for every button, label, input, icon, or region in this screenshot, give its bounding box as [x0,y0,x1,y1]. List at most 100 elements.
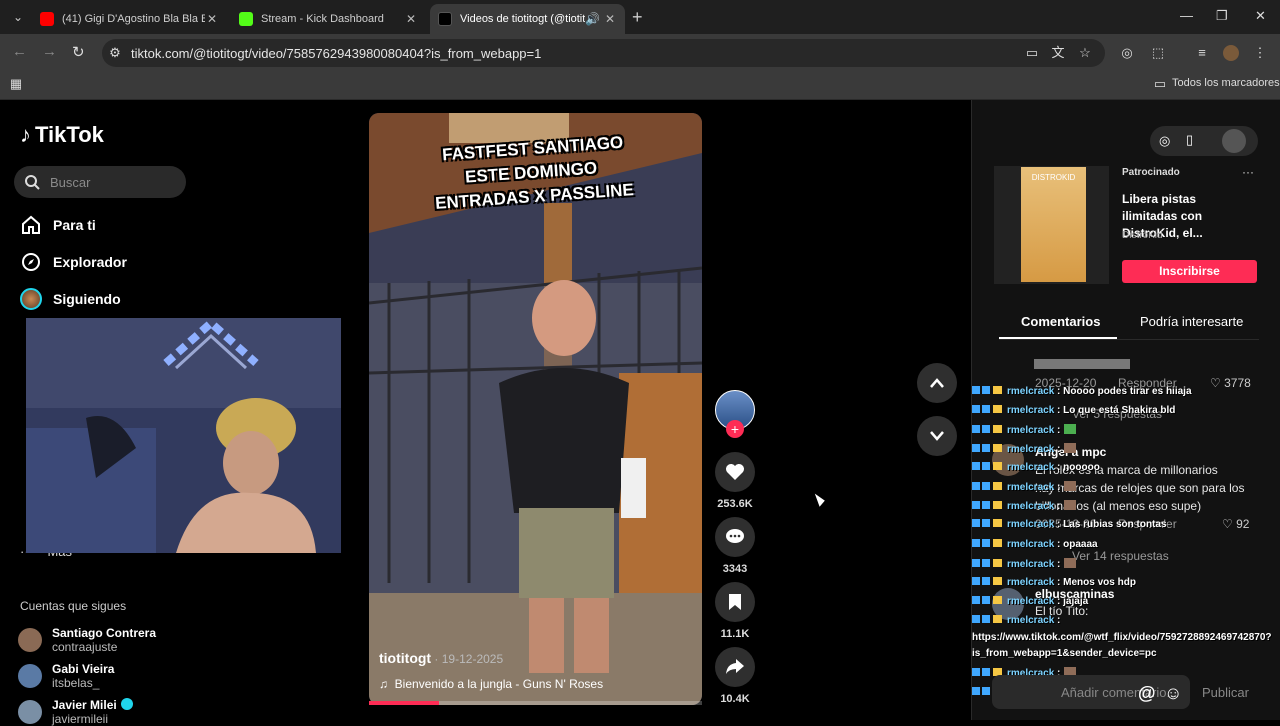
tab-comments[interactable]: Comentarios [1021,314,1100,329]
music-note-icon: ♫ [379,677,388,691]
share-arrow-icon [726,659,744,674]
tab-may-interest[interactable]: Podría interesarte [1140,314,1243,329]
close-icon[interactable]: ✕ [404,12,418,26]
video-progress-bar[interactable] [369,701,702,705]
chat-emote-icon [1064,500,1077,510]
post-button[interactable]: Publicar [1202,685,1249,700]
device-icon[interactable]: ▯ [1186,132,1193,148]
avatar [18,664,42,688]
tab-title: Stream - Kick Dashboard [261,13,384,25]
chat-text: : opaaaa [1057,539,1098,550]
chat-badges-icon [972,519,1002,527]
nav-following[interactable]: Siguiendo [20,288,121,310]
like-button[interactable] [715,452,755,492]
chat-user: rmelcrack [1007,482,1055,493]
close-icon[interactable]: ✕ [205,12,219,26]
chat-badges-icon [972,539,1002,547]
followed-account[interactable]: Santiago Contrera contraajuste [18,626,156,654]
close-icon[interactable]: ✕ [603,12,617,26]
tab-search-icon[interactable]: ⌄ [8,8,28,26]
signup-button[interactable]: Inscribirse [1122,260,1257,283]
forward-icon[interactable]: → [42,43,57,60]
profile-avatar[interactable] [1223,45,1239,61]
chat-message: rmelcrack : Las rubias son tontas [972,519,1167,530]
translate-icon[interactable]: 文 [1050,45,1066,61]
followed-account[interactable]: Javier Milei javiermileii [18,698,133,726]
minimize-icon[interactable]: — [1180,8,1193,23]
video-music[interactable]: ♫ Bienvenido a la jungla - Guns N' Roses [379,677,603,691]
account-name: Javier Milei [52,698,117,712]
chat-user: rmelcrack [1007,425,1055,436]
nav-label: Siguiendo [53,291,121,307]
view-replies[interactable]: Ver 14 respuestas [1072,549,1169,563]
following-heading: Cuentas que sigues [20,599,127,613]
comment-like[interactable]: ♡ 92 [1222,517,1249,531]
new-tab-button[interactable]: + [632,8,643,26]
chat-badges-icon [972,462,1002,470]
media-icon[interactable]: ≡ [1194,45,1210,61]
chat-badges-icon [972,425,1002,433]
chat-emote-icon [1064,424,1077,434]
followed-account[interactable]: Gabi Vieira itsbelas_ [18,662,114,690]
apps-grid-icon[interactable]: ▦ [8,76,24,92]
chat-message: rmelcrack : jajaja [972,596,1088,607]
kick-icon [239,12,253,26]
chat-message: rmelcrack : Lo que está Shakira bld [972,405,1175,416]
more-options-icon[interactable]: ··· [1242,165,1254,179]
search-input[interactable]: Buscar [14,166,186,198]
comment-button[interactable] [715,517,755,557]
chat-badges-icon [972,482,1002,490]
incognito-icon[interactable]: ◎ [1119,45,1135,61]
mention-icon[interactable]: @ [1138,683,1156,704]
bookmark-star-icon[interactable]: ☆ [1077,45,1093,61]
url-text[interactable]: tiktok.com/@tiotitogt/video/758576294398… [131,46,541,61]
menu-icon[interactable]: ⋮ [1252,45,1268,61]
cast-icon[interactable]: ▭ [1024,45,1040,61]
comment-like[interactable]: ♡ 3778 [1210,376,1251,390]
chevron-down-icon [930,431,944,441]
nav-explore[interactable]: Explorador [20,251,127,273]
reload-icon[interactable]: ↻ [72,43,85,61]
restore-icon[interactable]: ❐ [1216,8,1228,24]
back-icon[interactable]: ← [12,43,27,60]
ad-brand: DistroKid [1122,230,1163,241]
user-avatar[interactable] [1222,129,1246,153]
site-info-icon[interactable]: ⚙ [107,45,123,61]
compass-small-icon[interactable]: ◎ [1159,133,1170,149]
tab-tiktok[interactable]: Videos de tiotitogt (@tiotito 🔊 ✕ [430,4,625,34]
chat-message: rmelcrack : [972,424,1077,436]
heart-outline-icon: ♡ [1210,376,1221,390]
close-window-icon[interactable]: ✕ [1255,8,1266,24]
chat-emote-icon [1064,481,1077,491]
comment-bubble-icon [726,529,744,543]
tiktok-logo[interactable]: ♪ TikTok [20,122,104,148]
search-placeholder: Buscar [50,174,91,190]
emoji-icon[interactable]: ☺ [1164,683,1182,704]
comment-count: 3343 [722,563,748,575]
like-count: 92 [1236,517,1250,531]
tab-kick[interactable]: Stream - Kick Dashboard ✕ [231,4,426,34]
video-player[interactable]: FASTFEST SANTIAGO ESTE DOMINGO ENTRADAS … [369,113,702,705]
video-author[interactable]: tiotitogt · 19-12-2025 [379,650,503,666]
chat-badges-icon [972,444,1002,452]
chat-badges-icon [972,559,1002,567]
follow-plus-button[interactable]: + [726,420,744,438]
all-bookmarks-link[interactable]: Todos los marcadores [1172,77,1280,89]
chat-user: rmelcrack [1007,405,1055,416]
youtube-icon [40,12,54,26]
speaker-icon[interactable]: 🔊 [585,12,600,26]
share-button[interactable] [715,647,755,687]
previous-video-button[interactable] [917,363,957,403]
heart-icon [726,464,744,480]
extensions-icon[interactable]: ⬚ [1150,45,1166,61]
tiktok-icon [438,12,452,26]
nav-for-you[interactable]: Para ti [20,214,96,236]
nav-label: Para ti [53,217,96,233]
chat-text: : Lo que está Shakira bld [1057,405,1176,416]
tab-title: Videos de tiotitogt (@tiotito [460,13,585,25]
save-button[interactable] [715,582,755,622]
next-video-button[interactable] [917,416,957,456]
tab-youtube[interactable]: (41) Gigi D'Agostino Bla Bla Bla ✕ [32,4,227,34]
like-count: 253.6K [717,498,753,510]
chat-text: : Las rubias son tontas [1057,519,1167,530]
